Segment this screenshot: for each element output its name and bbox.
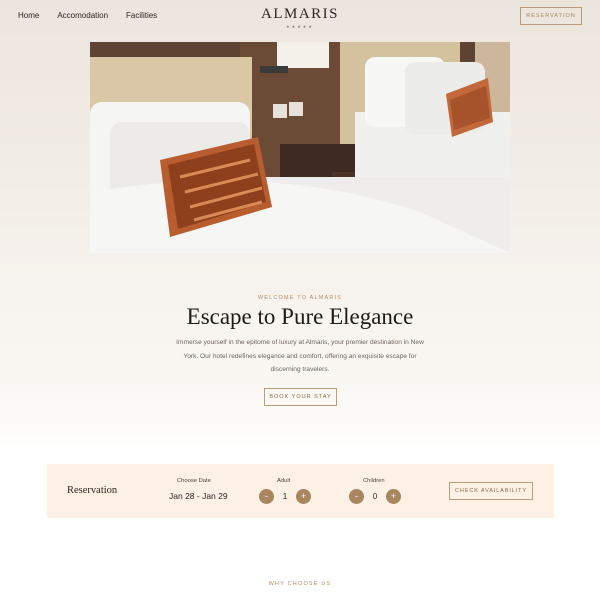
reservation-bar: Reservation Choose Date Jan 28 - Jan 29 … — [47, 464, 554, 518]
children-plus-button[interactable]: + — [386, 489, 401, 504]
reservation-button[interactable]: RESERVATION — [520, 7, 582, 25]
children-label: Children — [363, 478, 385, 484]
adult-count: 1 — [282, 492, 288, 501]
welcome-eyebrow: WELCOME TO ALMARIS — [257, 295, 343, 301]
adult-minus-button[interactable]: - — [259, 489, 274, 504]
adult-plus-button[interactable]: + — [296, 489, 311, 504]
date-range-picker[interactable]: Jan 28 - Jan 29 — [169, 491, 228, 501]
site-logo[interactable]: ALMARIS ★★★★★ — [0, 6, 600, 29]
reservation-title: Reservation — [67, 485, 118, 496]
check-availability-button[interactable]: CHECK AVAILABILITY — [449, 482, 533, 500]
hero-title: Escape to Pure Elegance — [186, 304, 414, 329]
children-count: 0 — [372, 492, 378, 501]
date-label: Choose Date — [177, 478, 211, 484]
why-choose-us-eyebrow: WHY CHOOSE US — [268, 581, 332, 587]
logo-stars: ★★★★★ — [286, 24, 314, 29]
book-your-stay-button[interactable]: BOOK YOUR STAY — [264, 388, 337, 406]
adult-label: Adult — [277, 478, 291, 484]
hero-image — [90, 42, 510, 253]
hero-description: Immerse yourself in the epitome of luxur… — [176, 339, 424, 373]
logo-text: ALMARIS — [260, 6, 339, 22]
children-minus-button[interactable]: - — [349, 489, 364, 504]
top-navbar: Home Accomodation Facilities ALMARIS ★★★… — [0, 0, 600, 34]
